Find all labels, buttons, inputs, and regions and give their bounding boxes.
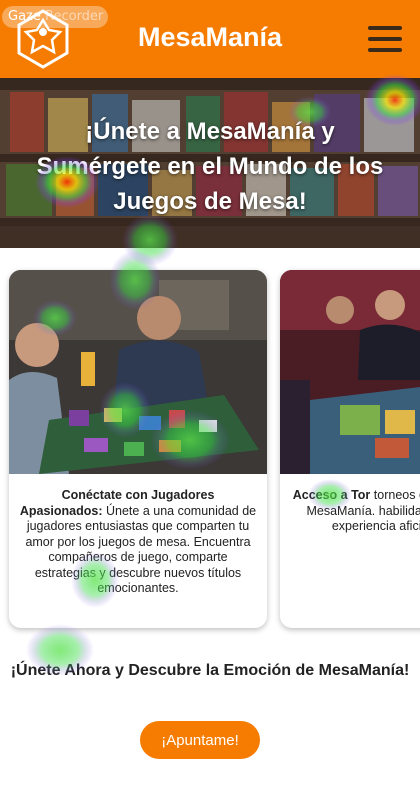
hero-title: ¡Únete a MesaManía y Sumérgete en el Mun…	[36, 118, 384, 215]
players-photo	[9, 270, 267, 474]
hamburger-menu-icon[interactable]	[368, 26, 402, 52]
feature-card[interactable]: Conéctate con Jugadores Apasionados: Úne…	[9, 270, 267, 628]
tournament-photo	[280, 270, 420, 474]
card-title: Acceso a Tor	[292, 488, 371, 502]
card-description: Acceso a Tor torneos emoci especiales e …	[290, 488, 420, 535]
feature-carousel[interactable]: Conéctate con Jugadores Apasionados: Úne…	[0, 248, 420, 648]
card-description: Conéctate con Jugadores Apasionados: Úne…	[19, 488, 257, 597]
feature-card[interactable]: Acceso a Tor torneos emoci especiales e …	[280, 270, 420, 628]
cta-title: ¡Únete Ahora y Descubre la Emoción de Me…	[10, 662, 410, 679]
app-header: Gaze Recorder MesaManía	[0, 0, 420, 78]
app-title: MesaManía	[137, 22, 283, 52]
hero-banner: ¡Únete a MesaManía y Sumérgete en el Mun…	[0, 78, 420, 248]
apuntame-button[interactable]: ¡Apuntame!	[140, 721, 260, 759]
